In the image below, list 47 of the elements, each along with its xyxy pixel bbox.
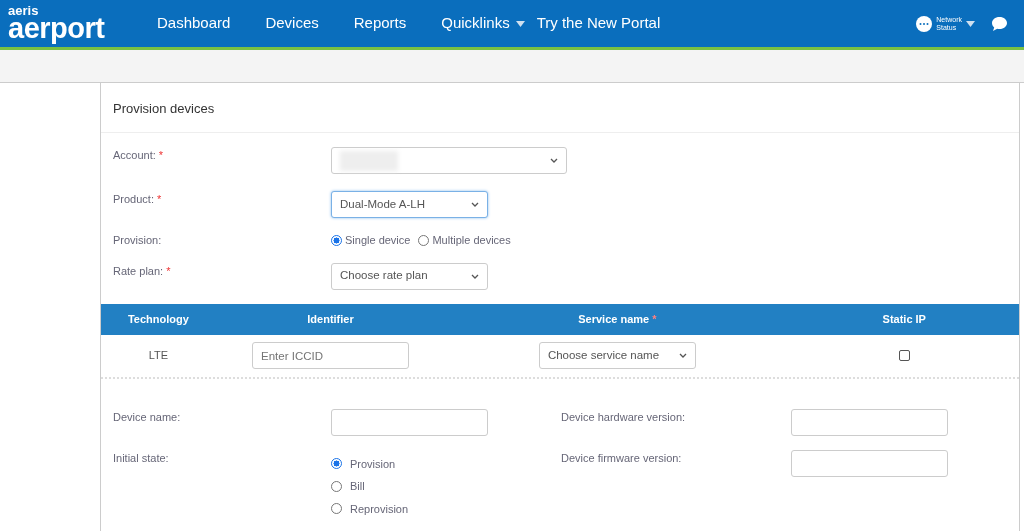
radio-option[interactable]: Single device — [331, 232, 411, 249]
column-header: Static IP — [882, 311, 926, 327]
select-field[interactable]: Dual-Mode A-LH — [331, 191, 488, 218]
field-label: Device hardware version: — [561, 410, 686, 423]
caret-icon — [515, 20, 525, 27]
page-title: Provision devices — [101, 83, 1019, 133]
chevron-icon — [471, 202, 479, 207]
field-label: Rate plan: — [113, 264, 164, 277]
field-label: Account: — [113, 149, 156, 161]
radio-option[interactable]: Multiple devices — [418, 232, 511, 249]
required-mark: * — [158, 149, 164, 161]
chevron-icon — [678, 353, 687, 358]
radio-option[interactable]: Reprovision — [331, 500, 409, 517]
column-header: Technology — [127, 311, 189, 327]
radio-option[interactable]: Bill — [331, 478, 409, 495]
nav-link[interactable]: Devices — [265, 12, 319, 35]
column-header: Identifier — [307, 311, 354, 327]
input-field[interactable] — [331, 408, 488, 436]
input-field[interactable] — [791, 449, 948, 477]
nav-link[interactable]: Quicklinks — [441, 12, 525, 35]
caret-icon — [966, 20, 975, 27]
input-field[interactable]: Enter ICCID — [252, 342, 409, 369]
nav-link[interactable]: Try the New Portal — [536, 12, 661, 35]
radio-option[interactable]: Provision — [331, 455, 409, 472]
field-label: Initial state: — [113, 451, 169, 464]
nav-link[interactable]: Dashboard — [157, 12, 231, 35]
nav-link[interactable]: Reports — [353, 12, 407, 35]
field-label: Provision: — [113, 234, 162, 246]
logo-small-text: aeris — [8, 4, 40, 17]
status-icon[interactable] — [916, 15, 933, 32]
field-label: Device name: — [113, 410, 181, 423]
required-mark: * — [166, 264, 171, 277]
select-field[interactable]: Choose service name — [538, 342, 696, 369]
chevron-icon — [550, 158, 558, 163]
column-header: Service name — [578, 311, 650, 327]
chevron-icon — [471, 273, 479, 279]
required-mark: * — [652, 311, 657, 327]
field-label: Product: — [113, 193, 154, 205]
input-field[interactable] — [791, 408, 948, 436]
logo-text: aerport — [8, 14, 106, 43]
required-mark: * — [156, 193, 162, 205]
field-label: Device firmware version: — [561, 451, 682, 464]
select-field[interactable] — [331, 147, 567, 174]
table-cell: LTE — [148, 349, 169, 362]
chat-icon[interactable] — [991, 15, 1008, 32]
select-field[interactable]: Choose rate plan — [331, 262, 488, 290]
checkbox[interactable] — [898, 350, 910, 361]
